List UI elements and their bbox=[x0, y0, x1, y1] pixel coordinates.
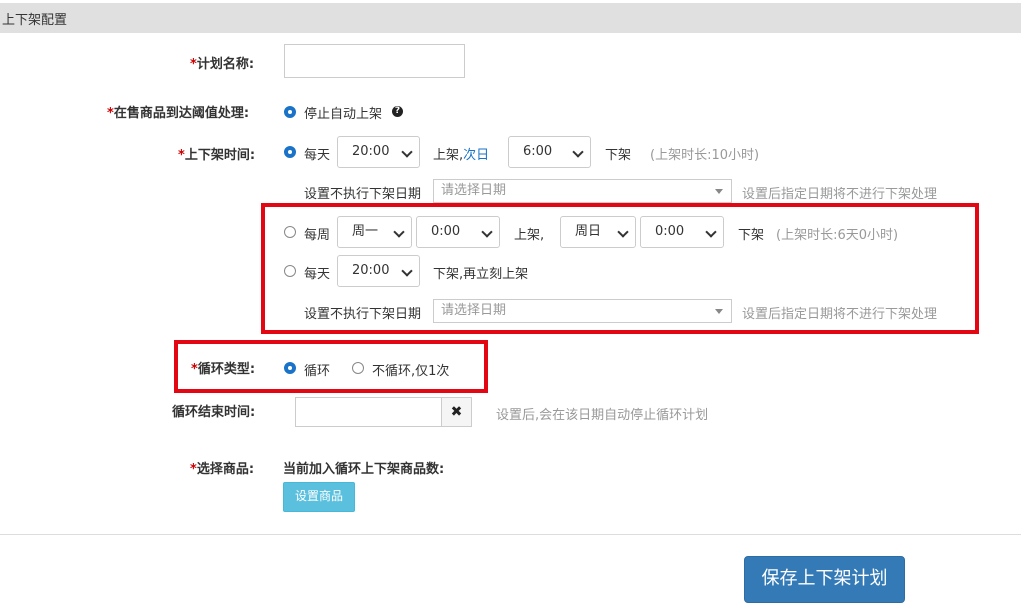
threshold-stop-radio[interactable] bbox=[284, 106, 296, 118]
exclude-date-label: 设置不执行下架日期 bbox=[304, 187, 422, 202]
section-header bbox=[0, 3, 1021, 33]
chevron-down-icon bbox=[617, 226, 629, 238]
divider bbox=[0, 534, 1021, 535]
weekly-on-day-select[interactable]: 周一 bbox=[337, 216, 412, 248]
section-title: 上下架配置 bbox=[2, 13, 68, 28]
select-goods-label: *选择商品: bbox=[190, 462, 255, 477]
daily-prefix: 每天 bbox=[304, 148, 331, 163]
help-icon[interactable]: ? bbox=[392, 106, 403, 117]
weekly-on-text: 上架, bbox=[514, 228, 545, 243]
threshold-stop-label: 停止自动上架 bbox=[304, 107, 383, 122]
plan-name-input[interactable] bbox=[284, 44, 465, 78]
goods-count-text: 当前加入循环上下架商品数: bbox=[283, 462, 445, 477]
threshold-label: *在售商品到达阈值处理: bbox=[107, 106, 250, 121]
exclude-date-picker[interactable]: 请选择日期 bbox=[433, 179, 732, 203]
cycle-end-label: 循环结束时间: bbox=[172, 405, 256, 420]
no-cycle-radio[interactable] bbox=[352, 362, 364, 374]
plan-name-label: *计划名称: bbox=[190, 57, 255, 72]
chevron-down-icon bbox=[481, 226, 493, 238]
save-plan-button[interactable]: 保存上下架计划 bbox=[744, 556, 905, 603]
daily-radio[interactable] bbox=[284, 146, 296, 158]
cycle-end-hint: 设置后,会在该日期自动停止循环计划 bbox=[496, 408, 709, 423]
exclude-date-picker-2[interactable]: 请选择日期 bbox=[433, 299, 732, 323]
chevron-down-icon bbox=[401, 265, 413, 277]
caret-down-icon bbox=[715, 309, 723, 314]
weekly-radio[interactable] bbox=[284, 226, 296, 238]
weekly-duration: (上架时长:6天0小时) bbox=[776, 228, 899, 243]
weekly-prefix: 每周 bbox=[304, 228, 331, 243]
weekly-off-text: 下架 bbox=[738, 228, 765, 243]
cycle-type-label: *循环类型: bbox=[191, 362, 256, 377]
exclude-date-hint-2: 设置后指定日期将不进行下架处理 bbox=[742, 307, 938, 322]
next-day-text: 次日 bbox=[463, 148, 490, 163]
shelf-time-label: *上下架时间: bbox=[178, 148, 256, 163]
chevron-down-icon bbox=[572, 146, 584, 158]
daily-relist-radio[interactable] bbox=[284, 265, 296, 277]
chevron-down-icon bbox=[393, 226, 405, 238]
caret-down-icon bbox=[715, 189, 723, 194]
set-goods-button[interactable]: 设置商品 bbox=[283, 482, 355, 512]
daily-duration: (上架时长:10小时) bbox=[650, 148, 760, 163]
cycle-end-input[interactable] bbox=[295, 397, 442, 427]
exclude-date-label-2: 设置不执行下架日期 bbox=[304, 307, 422, 322]
daily-relist-time-select[interactable]: 20:00 bbox=[337, 255, 420, 287]
clear-icon[interactable]: ✖ bbox=[441, 397, 472, 427]
weekly-off-time-select[interactable]: 0:00 bbox=[640, 216, 724, 248]
daily-off-text: 下架 bbox=[605, 148, 632, 163]
chevron-down-icon bbox=[401, 146, 413, 158]
no-cycle-label: 不循环,仅1次 bbox=[372, 364, 450, 379]
daily-on-text: 上架,次日 bbox=[433, 148, 490, 163]
daily-off-time-select[interactable]: 6:00 bbox=[508, 136, 591, 168]
weekly-on-time-select[interactable]: 0:00 bbox=[416, 216, 500, 248]
exclude-date-hint: 设置后指定日期将不进行下架处理 bbox=[742, 187, 938, 202]
cycle-label: 循环 bbox=[304, 364, 331, 379]
daily-relist-prefix: 每天 bbox=[304, 267, 331, 282]
chevron-down-icon bbox=[705, 226, 717, 238]
cycle-radio[interactable] bbox=[284, 362, 296, 374]
daily-relist-text: 下架,再立刻上架 bbox=[433, 267, 529, 282]
daily-on-time-select[interactable]: 20:00 bbox=[337, 136, 420, 168]
weekly-off-day-select[interactable]: 周日 bbox=[560, 216, 636, 248]
